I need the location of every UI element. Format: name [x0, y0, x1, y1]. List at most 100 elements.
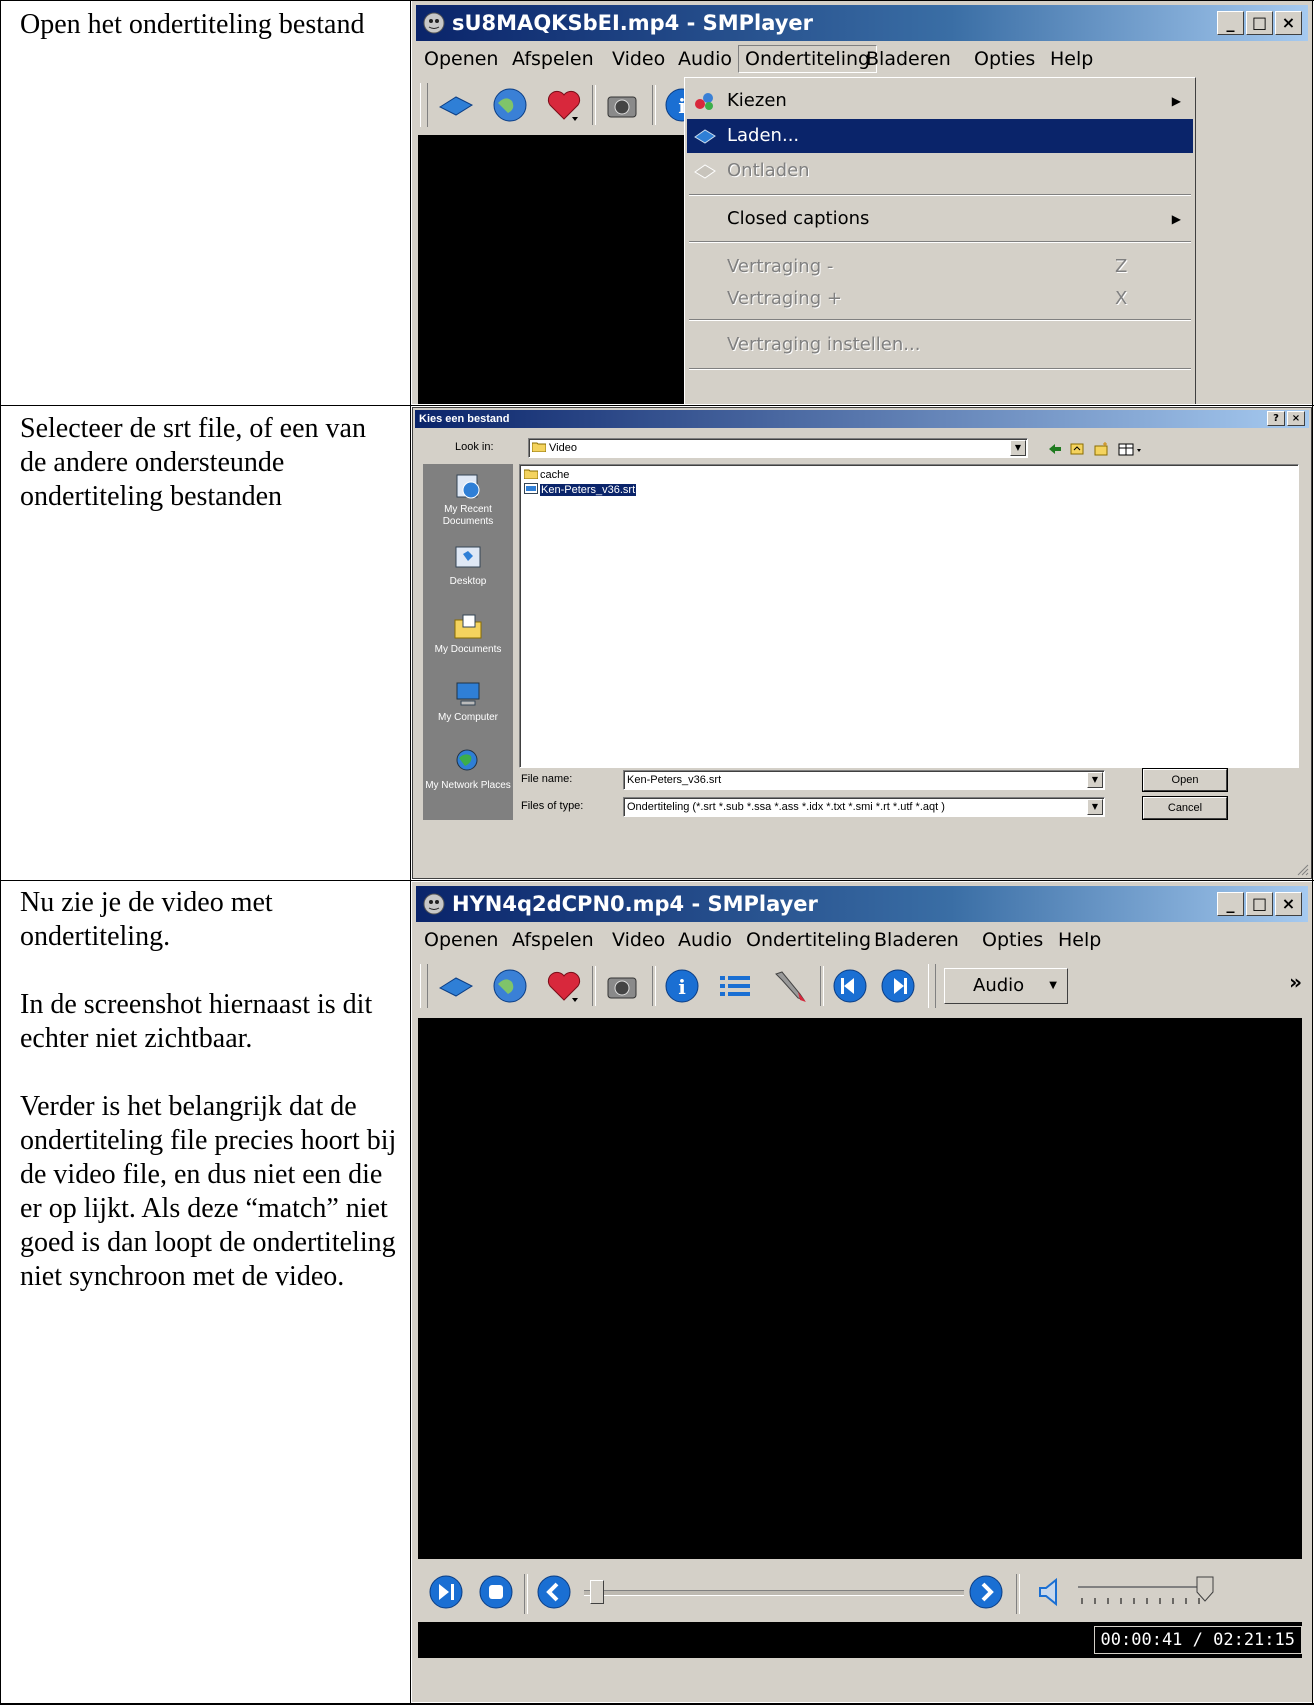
- audio-track-combo[interactable]: Audio ▼: [944, 968, 1068, 1004]
- seek-bar-track[interactable]: [584, 1590, 964, 1596]
- volume-slider-handle[interactable]: [1196, 1576, 1214, 1602]
- toolbar-grip[interactable]: [420, 83, 428, 127]
- menu-item-laden[interactable]: Laden...: [687, 119, 1193, 153]
- previous-icon[interactable]: [830, 966, 870, 1006]
- stop-icon[interactable]: [476, 1572, 516, 1612]
- file-name-input[interactable]: Ken-Peters_v36.srt: [623, 770, 1105, 790]
- menu-video[interactable]: Video: [612, 929, 665, 951]
- place-label: My Documents: [434, 644, 502, 655]
- menu-bladeren[interactable]: Bladeren: [874, 929, 959, 951]
- place-desktop[interactable]: Desktop: [423, 544, 513, 588]
- my-network-places-icon: [456, 749, 478, 771]
- menu-separator: [689, 368, 1191, 370]
- seek-slider-handle[interactable]: [590, 1580, 604, 1604]
- files-of-type-combo[interactable]: Ondertiteling (*.srt *.sub *.ssa *.ass *…: [623, 797, 1105, 817]
- recent-documents-icon: [456, 474, 480, 499]
- minimize-button[interactable]: _: [1217, 892, 1244, 916]
- favorites-icon[interactable]: [544, 966, 584, 1006]
- cancel-button[interactable]: Cancel: [1143, 797, 1227, 819]
- open-file-icon[interactable]: [436, 966, 476, 1006]
- menu-video[interactable]: Video: [612, 48, 665, 70]
- file-item-cache[interactable]: cache: [524, 468, 569, 482]
- file-name-dropdown-button[interactable]: ▼: [1087, 772, 1103, 788]
- place-my-network-places[interactable]: My Network Places: [423, 748, 513, 792]
- window-title: sU8MAQKSbEI.mp4 - SMPlayer: [452, 11, 814, 35]
- menu-ondertiteling[interactable]: Ondertiteling: [746, 929, 871, 951]
- open-url-icon[interactable]: [490, 85, 530, 125]
- rewind-icon[interactable]: [534, 1572, 574, 1612]
- favorites-icon[interactable]: [544, 85, 584, 125]
- video-area: [418, 135, 708, 404]
- menu-item-vertraging-min[interactable]: Vertraging - Z: [687, 250, 1193, 284]
- close-button[interactable]: ×: [1275, 892, 1302, 916]
- desktop-icon: [455, 546, 481, 568]
- menu-item-vertraging-plus[interactable]: Vertraging + X: [687, 282, 1193, 316]
- file-list[interactable]: cache Ken-Peters_v36.srt: [519, 464, 1299, 768]
- menu-help[interactable]: Help: [1058, 929, 1101, 951]
- preferences-wrench-icon[interactable]: [770, 966, 810, 1006]
- open-url-icon[interactable]: [490, 966, 530, 1006]
- svg-text:i: i: [678, 975, 686, 999]
- resize-grip-icon[interactable]: [1295, 862, 1309, 876]
- file-item-srt[interactable]: Ken-Peters_v36.srt: [524, 483, 637, 497]
- menu-openen[interactable]: Openen: [424, 48, 498, 70]
- menu-audio[interactable]: Audio: [678, 929, 732, 951]
- look-in-dropdown-button[interactable]: ▼: [1010, 440, 1026, 456]
- toolbar-separator: [592, 85, 596, 125]
- maximize-button[interactable]: □: [1246, 11, 1273, 35]
- toolbar-overflow-icon[interactable]: »: [1289, 970, 1302, 994]
- menu-item-vertraging-instellen[interactable]: Vertraging instellen...: [687, 328, 1193, 362]
- load-subtitle-icon: [694, 129, 716, 144]
- close-button[interactable]: ×: [1287, 411, 1305, 426]
- menu-afspelen[interactable]: Afspelen: [512, 929, 594, 951]
- window-controls: _ □ ×: [1217, 892, 1302, 917]
- time-display: 00:00:41 / 02:21:15: [1093, 1626, 1302, 1654]
- minimize-button[interactable]: _: [1217, 11, 1244, 35]
- submenu-arrow-icon: ▶: [1171, 94, 1181, 108]
- volume-ticks: [1081, 1598, 1200, 1604]
- menu-afspelen[interactable]: Afspelen: [512, 48, 594, 70]
- menu-help[interactable]: Help: [1050, 48, 1093, 70]
- menu-opties[interactable]: Opties: [982, 929, 1043, 951]
- place-recent-documents[interactable]: My Recent Documents: [423, 472, 513, 528]
- file-name-value: Ken-Peters_v36.srt: [627, 774, 722, 786]
- play-pause-icon[interactable]: [426, 1572, 466, 1612]
- menu-item-closed-captions[interactable]: Closed captions ▶: [687, 202, 1193, 236]
- info-icon[interactable]: i: [662, 966, 702, 1006]
- menu-item-ontladen[interactable]: Ontladen: [687, 154, 1193, 188]
- forward-icon[interactable]: [966, 1572, 1006, 1612]
- files-of-type-dropdown-button[interactable]: ▼: [1087, 799, 1103, 815]
- screenshot-camera-icon[interactable]: [602, 966, 642, 1006]
- next-icon[interactable]: [878, 966, 918, 1006]
- maximize-button[interactable]: □: [1246, 892, 1273, 916]
- close-button[interactable]: ×: [1275, 11, 1302, 35]
- window-title: HYN4q2dCPN0.mp4 - SMPlayer: [452, 892, 818, 916]
- playlist-icon[interactable]: [714, 966, 754, 1006]
- toolbar-grip[interactable]: [928, 964, 936, 1008]
- window-titlebar: HYN4q2dCPN0.mp4 - SMPlayer _ □ ×: [416, 886, 1308, 922]
- menu-opties[interactable]: Opties: [974, 48, 1035, 70]
- place-my-computer[interactable]: My Computer: [423, 680, 513, 724]
- help-button[interactable]: ?: [1267, 411, 1285, 426]
- audio-combo-label: Audio: [973, 975, 1025, 996]
- place-my-documents[interactable]: My Documents: [423, 612, 513, 656]
- volume-slider-track[interactable]: [1078, 1586, 1208, 1588]
- row3-instruction: Nu zie je de video met ondertiteling. In…: [20, 886, 398, 1294]
- screenshot-camera-icon[interactable]: [602, 85, 642, 125]
- toolbar-grip[interactable]: [420, 964, 428, 1008]
- open-file-icon[interactable]: [436, 85, 476, 125]
- menu-bladeren[interactable]: Bladeren: [866, 48, 951, 70]
- open-button[interactable]: Open: [1143, 769, 1227, 791]
- menu-ondertiteling[interactable]: Ondertiteling: [738, 45, 878, 73]
- look-in-label: Look in:: [455, 441, 494, 453]
- menu-item-kiezen[interactable]: Kiezen ▶: [687, 84, 1193, 118]
- menu-openen[interactable]: Openen: [424, 929, 498, 951]
- place-label: My Computer: [437, 712, 498, 723]
- menu-audio[interactable]: Audio: [678, 48, 732, 70]
- volume-speaker-icon[interactable]: [1032, 1572, 1072, 1612]
- look-in-combo[interactable]: Video: [528, 438, 1028, 458]
- video-area: [418, 1018, 1302, 1559]
- dialog-title: Kies een bestand: [419, 413, 510, 425]
- toolbar-separator: [652, 966, 656, 1006]
- menu-item-label: Kiezen: [727, 90, 787, 111]
